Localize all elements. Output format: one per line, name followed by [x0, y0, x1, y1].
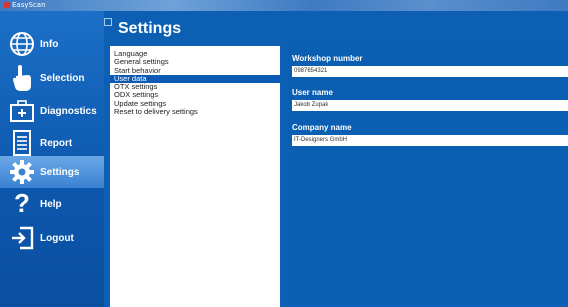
workshop-number-field[interactable]: 0987654321 [292, 66, 568, 77]
company-name-field[interactable]: IT-Designers GmbH [292, 135, 568, 146]
question-icon: ? [8, 190, 36, 218]
workshop-number-label: Workshop number [292, 54, 363, 63]
title-bar: EasyScan [0, 0, 568, 11]
globe-icon [8, 30, 36, 58]
nav-item-logout[interactable]: Logout [0, 222, 104, 254]
nav-item-settings[interactable]: Settings [0, 156, 104, 188]
svg-text:?: ? [14, 190, 30, 218]
nav-label-logout: Logout [40, 232, 74, 244]
user-name-field[interactable]: Jakob Zupak [292, 100, 568, 111]
nav-label-help: Help [40, 198, 62, 210]
nav-item-help[interactable]: ? Help [0, 188, 104, 220]
nav-item-info[interactable]: Info [0, 28, 104, 60]
nav-label-report: Report [40, 137, 73, 149]
menu-item-reset-to-delivery-settings[interactable]: Reset to delivery settings [110, 107, 280, 116]
user-data-panel: Workshop number 0987654321 User name Jak… [288, 46, 568, 307]
nav-item-selection[interactable]: Selection [0, 62, 104, 94]
menu-checkbox[interactable] [104, 18, 112, 26]
hand-pointer-icon [8, 64, 36, 92]
page-title: Settings [118, 20, 182, 37]
logout-icon [8, 224, 36, 252]
gear-icon [8, 158, 36, 186]
nav-label-selection: Selection [40, 72, 85, 84]
nav-item-diagnostics[interactable]: Diagnostics [0, 95, 104, 127]
app-title: EasyScan [4, 0, 46, 11]
nav-label-diagnostics: Diagnostics [40, 105, 97, 117]
sidebar: Info Selection Diagnostics Report Settin… [0, 11, 104, 307]
nav-label-info: Info [40, 38, 59, 50]
document-icon [8, 129, 36, 157]
nav-label-settings: Settings [40, 166, 80, 178]
settings-menu: Language General settings Start behavior… [110, 46, 280, 307]
nav-item-report[interactable]: Report [0, 127, 104, 159]
medical-case-icon [8, 97, 36, 125]
company-name-label: Company name [292, 123, 352, 132]
user-name-label: User name [292, 88, 333, 97]
